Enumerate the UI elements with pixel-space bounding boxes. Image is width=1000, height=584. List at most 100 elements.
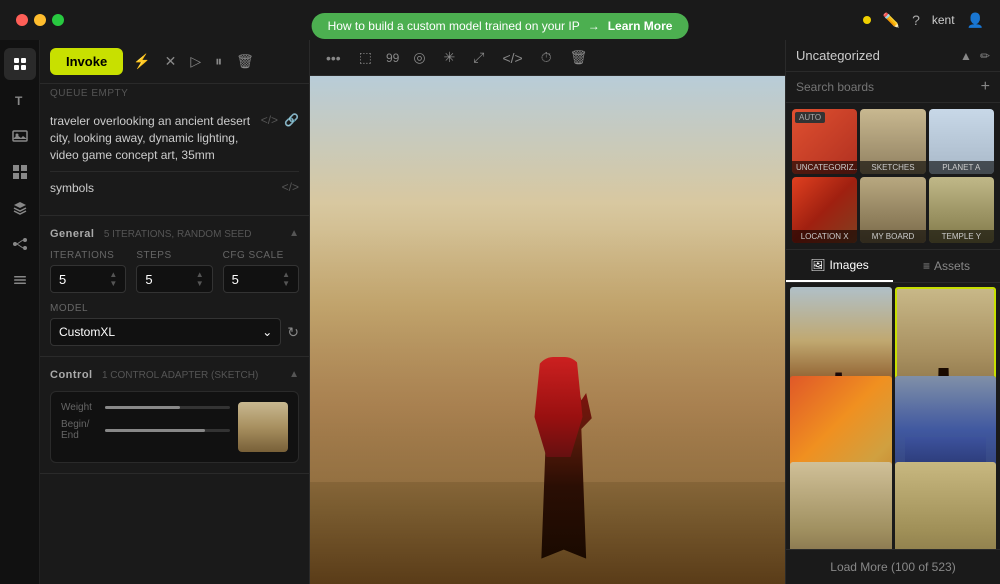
help-icon[interactable]: ? bbox=[912, 12, 920, 28]
weight-label: Weight bbox=[61, 402, 97, 413]
notification-bar: How to build a custom model trained on y… bbox=[312, 13, 689, 39]
code-embed-icon[interactable]: </> bbox=[498, 46, 526, 70]
assets-icon: ≡ bbox=[923, 259, 930, 273]
board-thumb-sketches[interactable]: SKETCHES bbox=[860, 109, 925, 174]
general-section-header[interactable]: General 5 ITERATIONS, RANDOM SEED ▲ bbox=[50, 226, 299, 240]
board-thumb-temple[interactable]: TEMPLE Y bbox=[929, 177, 994, 242]
category-chevron-icon[interactable]: ▲ bbox=[960, 49, 972, 63]
chevron-up-icon: ▲ bbox=[289, 228, 299, 239]
model-row: CustomXL ⌄ ↻ bbox=[50, 318, 299, 346]
steps-arrows[interactable]: ▲▼ bbox=[196, 270, 204, 288]
begin-end-row: Begin/ End bbox=[61, 419, 230, 441]
panel-toolbar: Invoke ⚡ ✕ ▷ ⏸ 🗑 bbox=[40, 40, 309, 84]
tab-images-label: Images bbox=[829, 258, 868, 272]
cfg-arrows[interactable]: ▲▼ bbox=[282, 270, 290, 288]
model-refresh-button[interactable]: ↻ bbox=[287, 324, 299, 341]
close-icon[interactable]: ✕ bbox=[161, 49, 181, 74]
cfg-input[interactable]: 5 ▲▼ bbox=[223, 265, 299, 293]
general-section: General 5 ITERATIONS, RANDOM SEED ▲ ITER… bbox=[40, 216, 309, 357]
board-thumb-planet[interactable]: PLANET A bbox=[929, 109, 994, 174]
prompt-row-symbols: symbols </> bbox=[50, 180, 299, 197]
board-thumb-uncateg[interactable]: AUTO UNCATEGORIZ... bbox=[792, 109, 857, 174]
image-thumb-5[interactable] bbox=[790, 462, 892, 549]
weight-slider[interactable] bbox=[105, 406, 230, 409]
prompt-section: traveler overlooking an ancient desert c… bbox=[40, 103, 309, 216]
play-icon[interactable]: ▷ bbox=[186, 49, 205, 74]
control-title-row: Control 1 CONTROL ADAPTER (SKETCH) bbox=[50, 367, 258, 381]
board-thumb-my-board[interactable]: MY BOARD bbox=[860, 177, 925, 242]
lasso-icon[interactable]: ◎ bbox=[409, 45, 429, 70]
divider bbox=[50, 171, 299, 172]
search-boards-input[interactable] bbox=[796, 80, 975, 94]
control-subtitle: 1 CONTROL ADAPTER (SKETCH) bbox=[102, 370, 258, 381]
images-icon: 🖼 bbox=[810, 258, 825, 272]
sidebar-icon-canvas[interactable] bbox=[4, 48, 36, 80]
sidebar-icon-text[interactable]: T bbox=[4, 84, 36, 116]
board-grid: AUTO UNCATEGORIZ... SKETCHES PLANET A LO… bbox=[786, 103, 1000, 250]
right-panel-header: Uncategorized ▲ ✏ bbox=[786, 40, 1000, 72]
crop-icon[interactable]: ⬚ bbox=[355, 45, 376, 70]
model-value: CustomXL bbox=[59, 325, 115, 339]
pause-icon[interactable]: ⏸ bbox=[211, 49, 226, 74]
tab-images[interactable]: 🖼 Images bbox=[786, 250, 893, 282]
steps-input[interactable]: 5 ▲▼ bbox=[136, 265, 212, 293]
asterisk-icon[interactable]: ✳ bbox=[440, 45, 460, 70]
sidebar-icon-grid[interactable] bbox=[4, 156, 36, 188]
main-layout: T bbox=[0, 40, 1000, 584]
user-icon[interactable]: 👤 bbox=[967, 12, 984, 29]
begin-end-slider[interactable] bbox=[105, 429, 230, 432]
code-icon[interactable]: </> bbox=[261, 113, 278, 127]
symbols-text[interactable]: symbols bbox=[50, 180, 276, 197]
sidebar-icon-nodes[interactable] bbox=[4, 228, 36, 260]
trash-icon[interactable]: 🗑 bbox=[232, 49, 258, 74]
control-section: Control 1 CONTROL ADAPTER (SKETCH) ▲ Wei… bbox=[40, 357, 309, 474]
canvas-area: ••• ⬚ 99 ◎ ✳ ⤢ </> ⏱ 🗑 bbox=[310, 40, 785, 584]
iterations-arrows[interactable]: ▲▼ bbox=[109, 270, 117, 288]
general-subtitle: 5 ITERATIONS, RANDOM SEED bbox=[104, 229, 252, 240]
invoke-button[interactable]: Invoke bbox=[50, 48, 123, 75]
maximize-button[interactable] bbox=[52, 14, 64, 26]
image-thumb-6[interactable] bbox=[895, 462, 997, 549]
iterations-input[interactable]: 5 ▲▼ bbox=[50, 265, 126, 293]
canvas-count: 99 bbox=[386, 51, 399, 65]
begin-end-label: Begin/ End bbox=[61, 419, 97, 441]
learn-more-link[interactable]: Learn More bbox=[608, 19, 673, 33]
pen-icon[interactable]: ✏️ bbox=[883, 12, 900, 29]
close-button[interactable] bbox=[16, 14, 28, 26]
cfg-value: 5 bbox=[232, 272, 239, 287]
board-label-temple: TEMPLE Y bbox=[929, 230, 994, 243]
general-title-row: General 5 ITERATIONS, RANDOM SEED bbox=[50, 226, 251, 240]
category-edit-icon[interactable]: ✏ bbox=[980, 49, 990, 63]
lightning-icon[interactable]: ⚡ bbox=[129, 49, 154, 74]
sidebar-icon-image[interactable] bbox=[4, 120, 36, 152]
notification-arrow: → bbox=[588, 19, 600, 33]
code-icon-2[interactable]: </> bbox=[282, 180, 299, 194]
weight-row: Weight bbox=[61, 402, 230, 413]
board-thumb-location[interactable]: LOCATION X bbox=[792, 177, 857, 242]
sidebar-icon-layers[interactable] bbox=[4, 192, 36, 224]
queue-status: QUEUE EMPTY bbox=[40, 84, 309, 103]
status-dot bbox=[863, 16, 871, 24]
add-board-button[interactable]: + bbox=[981, 78, 990, 96]
image-tabs: 🖼 Images ≡ Assets bbox=[786, 250, 1000, 283]
steps-label: STEPS bbox=[136, 250, 212, 261]
svg-text:T: T bbox=[15, 94, 23, 108]
control-box: Weight Begin/ End bbox=[50, 391, 299, 463]
iterations-label: ITERATIONS bbox=[50, 250, 126, 261]
more-icon[interactable]: ••• bbox=[322, 46, 345, 70]
canvas-image bbox=[310, 76, 785, 584]
delete-canvas-icon[interactable]: 🗑 bbox=[566, 45, 592, 70]
tab-assets[interactable]: ≡ Assets bbox=[893, 250, 1000, 282]
iterations-group: ITERATIONS 5 ▲▼ bbox=[50, 250, 126, 293]
control-section-header[interactable]: Control 1 CONTROL ADAPTER (SKETCH) ▲ bbox=[50, 367, 299, 381]
expand-icon[interactable]: ⤢ bbox=[469, 45, 488, 70]
timer-icon[interactable]: ⏱ bbox=[537, 45, 556, 70]
category-name: Uncategorized bbox=[796, 48, 880, 63]
minimize-button[interactable] bbox=[34, 14, 46, 26]
model-select[interactable]: CustomXL ⌄ bbox=[50, 318, 281, 346]
link-icon[interactable]: 🔗 bbox=[284, 113, 299, 127]
prompt-text[interactable]: traveler overlooking an ancient desert c… bbox=[50, 113, 255, 163]
board-label-planet: PLANET A bbox=[929, 161, 994, 174]
sidebar-icon-menu[interactable] bbox=[4, 264, 36, 296]
load-more-button[interactable]: Load More (100 of 523) bbox=[786, 549, 1000, 584]
